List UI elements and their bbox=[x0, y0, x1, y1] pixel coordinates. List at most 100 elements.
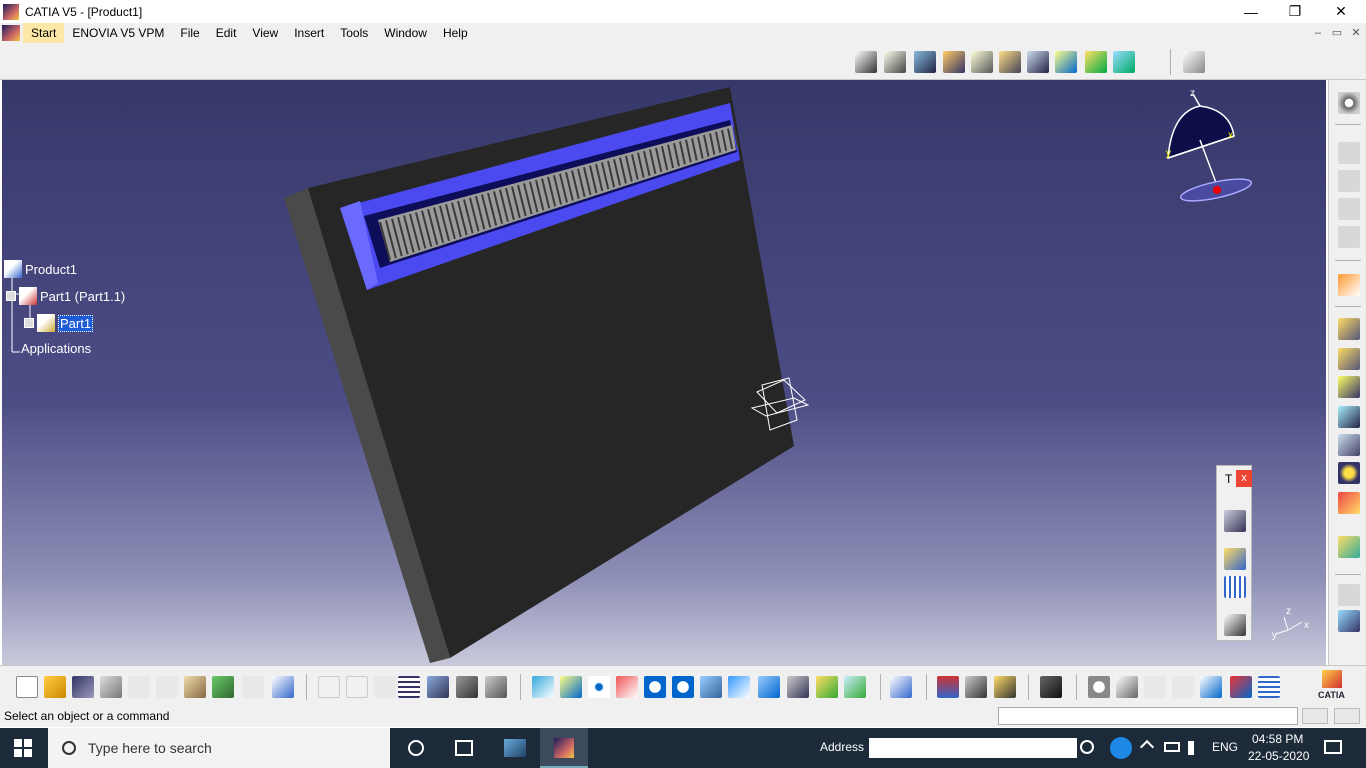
undo-icon[interactable] bbox=[212, 676, 234, 698]
status-button-2[interactable] bbox=[1334, 708, 1360, 724]
stop-manipulate-icon[interactable] bbox=[1338, 406, 1360, 428]
selective-load-icon[interactable] bbox=[999, 51, 1021, 73]
view-mode-icon[interactable] bbox=[1200, 676, 1222, 698]
compass-reset-icon[interactable] bbox=[1230, 676, 1252, 698]
sketch-icon[interactable] bbox=[1183, 51, 1205, 73]
multi-instantiation-icon[interactable] bbox=[1055, 51, 1077, 73]
constraint-icon[interactable] bbox=[1338, 462, 1360, 484]
generate-numbering-icon[interactable] bbox=[971, 51, 993, 73]
zoom-in-icon[interactable] bbox=[644, 676, 666, 698]
cut-icon[interactable] bbox=[128, 676, 150, 698]
open-icon[interactable] bbox=[44, 676, 66, 698]
clock-date[interactable]: 22-05-2020 bbox=[1248, 749, 1309, 763]
menu-file[interactable]: File bbox=[172, 23, 207, 43]
camera-icon[interactable] bbox=[1040, 676, 1062, 698]
windows-start-icon[interactable] bbox=[14, 739, 32, 757]
doc-close-button[interactable]: ✕ bbox=[1346, 23, 1366, 43]
chevron-up-icon[interactable] bbox=[1139, 739, 1155, 755]
new-product-icon[interactable] bbox=[855, 51, 877, 73]
formula-icon[interactable] bbox=[318, 676, 340, 698]
multi-view-icon[interactable] bbox=[728, 676, 750, 698]
menu-start[interactable]: Start bbox=[23, 23, 65, 43]
zoom-out-icon[interactable] bbox=[672, 676, 694, 698]
paste-icon[interactable] bbox=[184, 676, 206, 698]
tree-node-product[interactable]: Product1 bbox=[4, 260, 77, 278]
save-icon[interactable] bbox=[72, 676, 94, 698]
document-icon[interactable] bbox=[2, 25, 20, 41]
menu-tools[interactable]: Tools bbox=[332, 23, 376, 43]
address-go-icon[interactable] bbox=[1080, 740, 1094, 754]
units-icon[interactable] bbox=[1172, 676, 1194, 698]
measure-item-icon[interactable] bbox=[965, 676, 987, 698]
doc-restore-button[interactable]: ▭ bbox=[1327, 23, 1347, 43]
hide-show-icon[interactable] bbox=[816, 676, 838, 698]
select-arrow-icon[interactable] bbox=[1338, 274, 1360, 296]
existing-component-icon[interactable] bbox=[884, 51, 906, 73]
replace-component-icon[interactable] bbox=[914, 51, 936, 73]
menu-edit[interactable]: Edit bbox=[208, 23, 245, 43]
redo-icon[interactable] bbox=[242, 676, 264, 698]
minimize-button[interactable]: — bbox=[1228, 0, 1274, 23]
swap-visible-space-icon[interactable] bbox=[844, 676, 866, 698]
space-analysis-icon[interactable] bbox=[1338, 610, 1360, 632]
collapse-toggle-icon[interactable] bbox=[6, 291, 16, 301]
taskbar-catia-button[interactable] bbox=[540, 728, 588, 768]
menu-insert[interactable]: Insert bbox=[286, 23, 332, 43]
help-icon[interactable] bbox=[1110, 737, 1132, 759]
menu-help[interactable]: Help bbox=[435, 23, 476, 43]
measure-inertia-icon[interactable] bbox=[994, 676, 1016, 698]
axis-icon[interactable] bbox=[1144, 676, 1166, 698]
tool-a-icon[interactable] bbox=[1224, 510, 1246, 532]
print-icon[interactable] bbox=[100, 676, 122, 698]
notifications-icon[interactable] bbox=[1324, 740, 1342, 754]
task-view-icon[interactable] bbox=[455, 740, 473, 756]
graph-tree-reordering-icon[interactable] bbox=[943, 51, 965, 73]
design-table-icon[interactable] bbox=[398, 676, 420, 698]
menu-view[interactable]: View bbox=[244, 23, 286, 43]
define-multi-instantiation-icon[interactable] bbox=[1113, 51, 1135, 73]
maximize-button[interactable]: ❐ bbox=[1272, 0, 1318, 23]
new-icon[interactable] bbox=[16, 676, 38, 698]
tree-node-part[interactable]: Part1 bbox=[24, 314, 94, 332]
menu-window[interactable]: Window bbox=[376, 23, 435, 43]
language-indicator[interactable]: ENG bbox=[1212, 740, 1238, 754]
reuse-pattern-icon[interactable] bbox=[1338, 434, 1360, 456]
instruction-icon[interactable] bbox=[374, 676, 396, 698]
manage-representations-icon[interactable] bbox=[1027, 51, 1049, 73]
explode-icon[interactable] bbox=[1338, 376, 1360, 398]
lock-icon[interactable] bbox=[456, 676, 478, 698]
list-icon[interactable] bbox=[1258, 676, 1280, 698]
3d-viewport[interactable]: z x y x y z Product1 Part1 (Part1.1) Par… bbox=[2, 80, 1326, 665]
manipulation-icon[interactable] bbox=[1338, 318, 1360, 340]
rotate-icon[interactable] bbox=[616, 676, 638, 698]
fit-icon[interactable] bbox=[1224, 614, 1246, 636]
whats-this-icon[interactable] bbox=[272, 676, 294, 698]
grid-icon[interactable] bbox=[1224, 576, 1246, 598]
knowledge-icon[interactable] bbox=[427, 676, 449, 698]
taskbar-app-icon[interactable] bbox=[504, 739, 526, 757]
fast-multi-instantiation-icon[interactable] bbox=[1085, 51, 1107, 73]
scenes-icon[interactable] bbox=[1338, 226, 1360, 248]
equations-icon[interactable] bbox=[485, 676, 507, 698]
compass-icon[interactable]: z x y bbox=[1166, 88, 1253, 205]
save-management-icon[interactable] bbox=[1338, 170, 1360, 192]
status-button-1[interactable] bbox=[1302, 708, 1328, 724]
tree-node-part-instance[interactable]: Part1 (Part1.1) bbox=[6, 287, 125, 305]
copy-icon[interactable] bbox=[156, 676, 178, 698]
expand-toggle-icon[interactable] bbox=[24, 318, 34, 328]
section-icon[interactable] bbox=[1338, 492, 1360, 514]
fit-all-in-icon[interactable] bbox=[560, 676, 582, 698]
taskbar-search-box[interactable]: Type here to search bbox=[48, 728, 390, 768]
volume-icon[interactable] bbox=[1188, 741, 1202, 755]
catalog-icon[interactable] bbox=[1338, 142, 1360, 164]
update-icon[interactable] bbox=[890, 676, 912, 698]
cortana-icon[interactable] bbox=[408, 740, 424, 756]
pan-icon[interactable] bbox=[588, 676, 610, 698]
menu-enovia[interactable]: ENOVIA V5 VPM bbox=[64, 23, 172, 43]
layers-icon[interactable] bbox=[1338, 536, 1360, 558]
close-button[interactable]: ✕ bbox=[1318, 0, 1364, 23]
gear-icon[interactable] bbox=[1338, 92, 1360, 114]
refresh-icon[interactable] bbox=[1088, 676, 1110, 698]
power-input-field[interactable] bbox=[998, 707, 1298, 725]
normal-view-icon[interactable] bbox=[700, 676, 722, 698]
